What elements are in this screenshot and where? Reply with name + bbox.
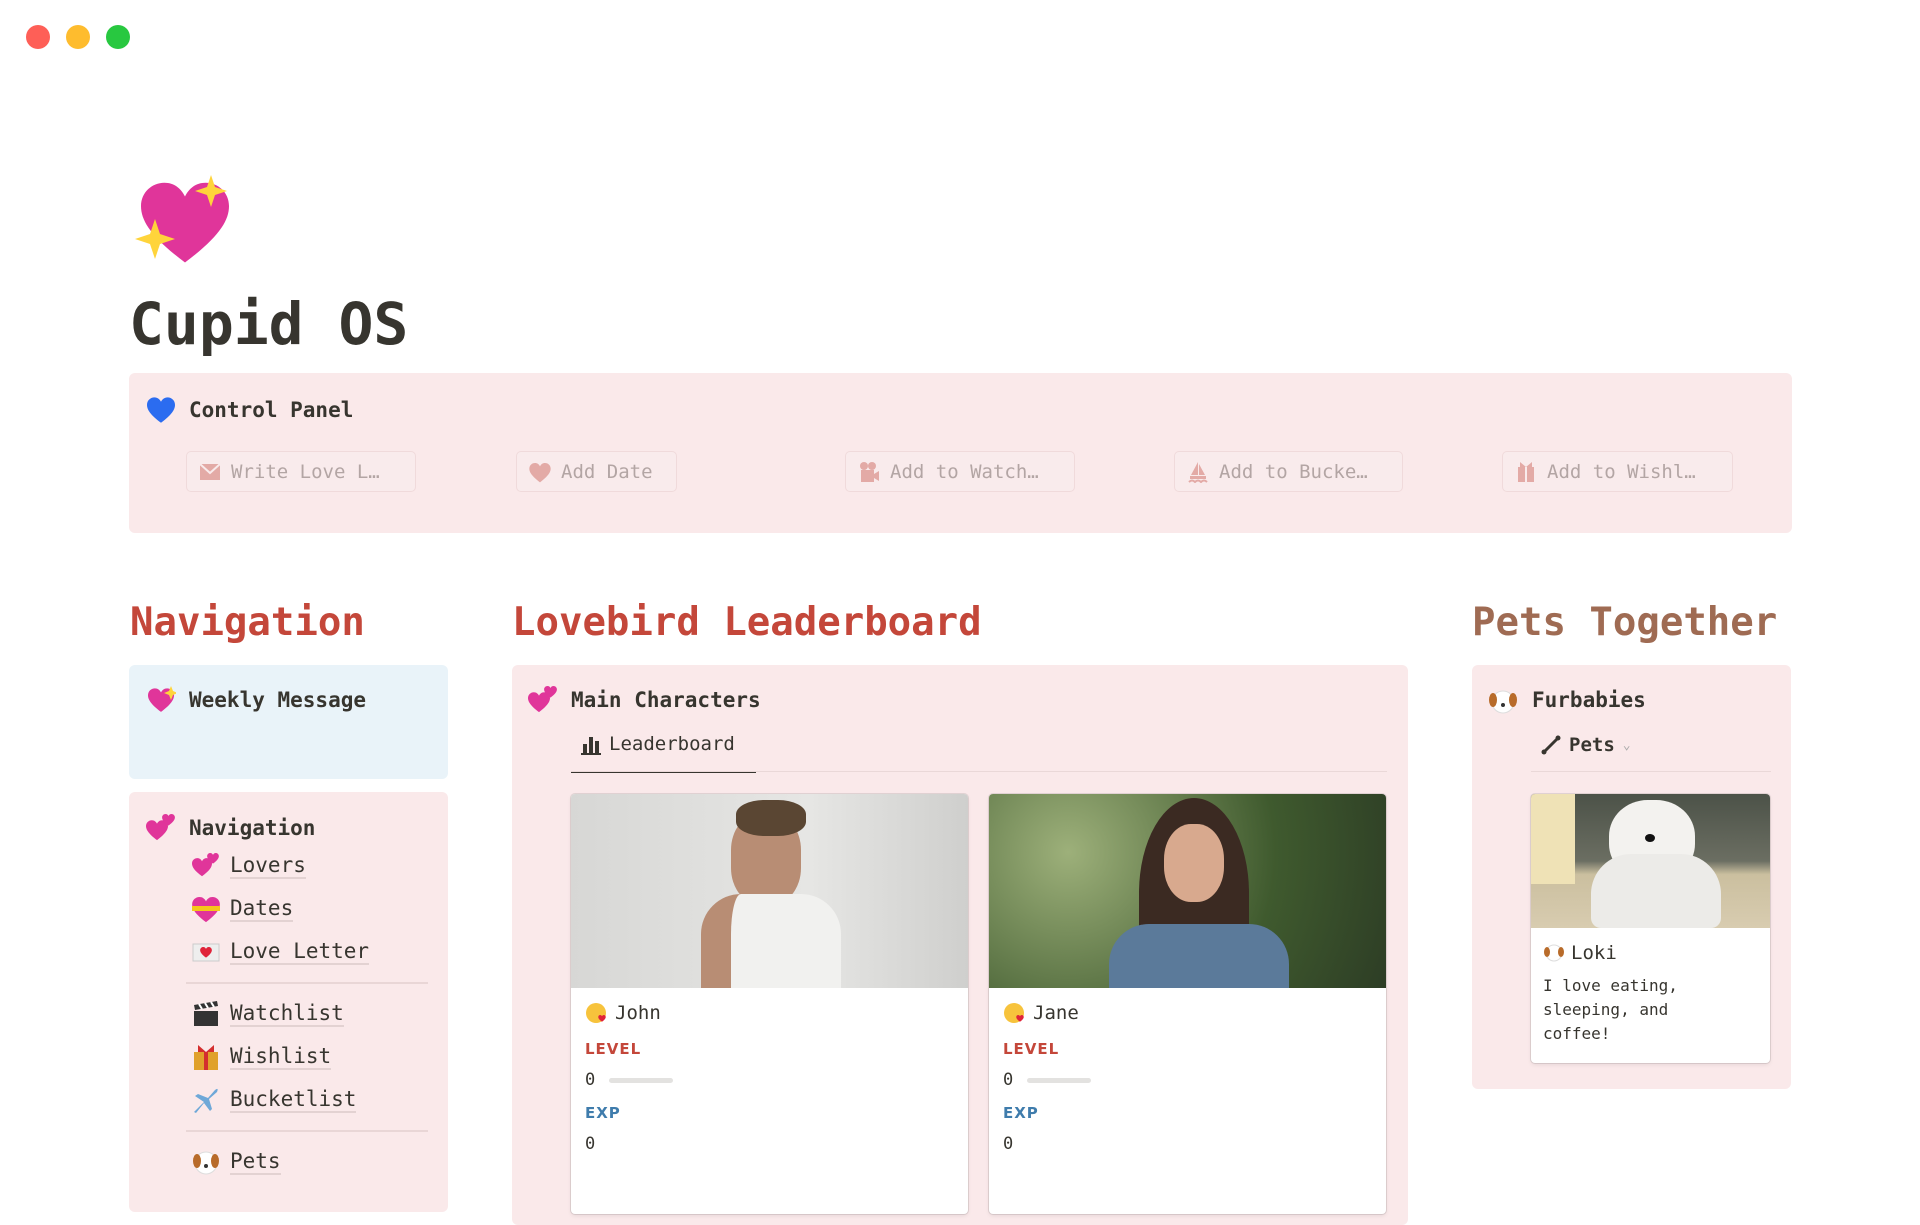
level-value: 0: [1003, 1070, 1014, 1090]
maximize-window-button[interactable]: [106, 25, 130, 49]
button-label: Add to Watch…: [890, 460, 1039, 483]
write-love-letter-button[interactable]: Write Love L…: [186, 451, 416, 492]
close-window-button[interactable]: [26, 25, 50, 49]
nav-divider: [186, 982, 428, 984]
character-card-jane[interactable]: Jane LEVEL 0 EXP 0: [989, 794, 1386, 1214]
sparkling-heart-icon: [148, 686, 176, 712]
pet-description: I love eating, sleeping, and coffee!: [1543, 976, 1678, 1043]
navigation-heading: Navigation: [130, 600, 365, 645]
movie-camera-icon: [860, 461, 879, 482]
button-label: Add to Bucke…: [1219, 460, 1368, 483]
weekly-message-title: Weekly Message: [189, 688, 367, 712]
envelope-icon: [199, 462, 221, 480]
revolving-hearts-icon: [146, 814, 175, 841]
pet-card-loki[interactable]: Loki I love eating, sleeping, and coffee…: [1531, 794, 1770, 1063]
love-letter-icon: [192, 943, 220, 962]
page-title: Cupid OS: [129, 290, 409, 358]
revolving-hearts-icon: [192, 853, 219, 877]
furbabies-title: Furbabies: [1532, 688, 1646, 712]
bar-chart-icon: [581, 737, 601, 755]
nav-link-pets[interactable]: Pets: [192, 1148, 281, 1176]
tab-leaderboard[interactable]: Leaderboard: [571, 733, 756, 773]
add-date-button[interactable]: Add Date: [516, 451, 677, 492]
add-to-wishlist-button[interactable]: Add to Wishl…: [1502, 451, 1733, 492]
minimize-window-button[interactable]: [66, 25, 90, 49]
level-progress-bar: [1027, 1077, 1092, 1083]
heart-with-ribbon-icon: [192, 897, 220, 923]
dog-face-icon: [193, 1151, 219, 1175]
pets-view-selector[interactable]: Pets ⌄: [1541, 734, 1631, 756]
button-label: Add Date: [561, 460, 653, 483]
control-panel-title: Control Panel: [189, 398, 354, 422]
blue-heart-icon: [147, 397, 175, 423]
sailboat-icon: [1188, 461, 1208, 483]
sparkling-heart-icon: [135, 175, 229, 263]
jane-photo: [989, 794, 1386, 988]
leaderboard-heading: Lovebird Leaderboard: [512, 600, 982, 645]
add-to-watchlist-button[interactable]: Add to Watch…: [845, 451, 1075, 492]
navigation-title: Navigation: [189, 816, 316, 840]
button-label: Add to Wishl…: [1547, 460, 1696, 483]
kissing-face-icon: [586, 1003, 606, 1023]
nav-link-love-letter[interactable]: Love Letter: [192, 938, 370, 966]
level-label: LEVEL: [1003, 1040, 1060, 1058]
revolving-hearts-icon: [528, 686, 557, 713]
loki-photo: [1531, 794, 1770, 928]
weekly-message-callout: [129, 665, 448, 779]
exp-value: 0: [585, 1134, 596, 1154]
pet-name: Loki: [1571, 942, 1617, 964]
character-card-john[interactable]: John LEVEL 0 EXP 0: [571, 794, 968, 1214]
pets-heading: Pets Together: [1472, 600, 1778, 645]
nav-divider: [186, 1130, 428, 1132]
character-name: John: [615, 1002, 661, 1024]
nav-link-watchlist[interactable]: Watchlist: [192, 1000, 344, 1028]
exp-value: 0: [1003, 1134, 1014, 1154]
john-photo: [571, 794, 968, 988]
button-label: Write Love L…: [231, 460, 380, 483]
exp-label: EXP: [585, 1104, 621, 1122]
clapper-board-icon: [194, 1001, 218, 1026]
nav-link-wishlist[interactable]: Wishlist: [192, 1043, 332, 1071]
dog-face-icon: [1544, 944, 1564, 962]
airplane-icon: [194, 1088, 218, 1113]
chevron-down-icon: ⌄: [1622, 737, 1631, 753]
tab-divider: [571, 771, 1387, 772]
dog-face-icon: [1489, 690, 1517, 714]
gift-icon: [194, 1045, 218, 1070]
nav-link-lovers[interactable]: Lovers: [192, 852, 306, 880]
view-divider: [1531, 771, 1771, 772]
exp-label: EXP: [1003, 1104, 1039, 1122]
heart-icon: [529, 462, 551, 482]
main-characters-title: Main Characters: [571, 688, 761, 712]
character-name: Jane: [1033, 1002, 1079, 1024]
nav-link-dates[interactable]: Dates: [192, 895, 294, 923]
level-value: 0: [585, 1070, 596, 1090]
nav-link-bucketlist[interactable]: Bucketlist: [192, 1086, 357, 1114]
bone-icon: [1541, 735, 1561, 755]
level-progress-bar: [609, 1077, 674, 1083]
kissing-face-icon: [1004, 1003, 1024, 1023]
level-label: LEVEL: [585, 1040, 642, 1058]
add-to-bucketlist-button[interactable]: Add to Bucke…: [1174, 451, 1403, 492]
gift-icon: [1518, 461, 1534, 482]
